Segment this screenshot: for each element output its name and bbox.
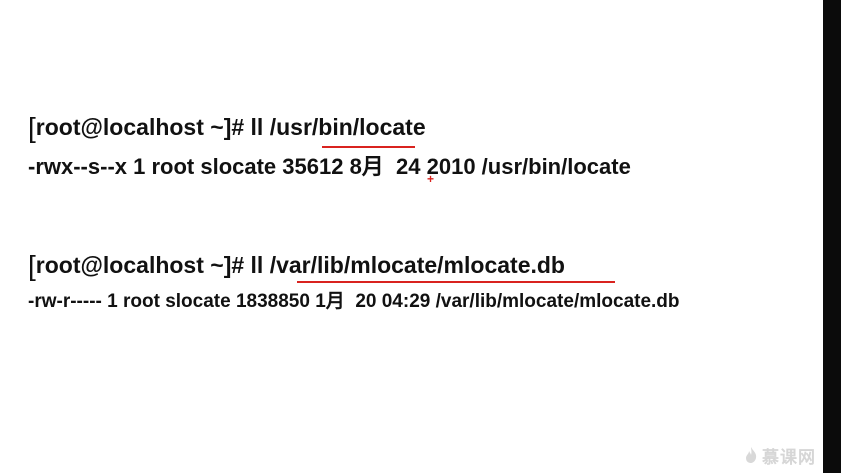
terminal-output-line-2: -rw-r----- 1 root slocate 1838850 1月 20 … xyxy=(28,291,680,312)
flame-icon xyxy=(744,446,758,464)
watermark-text: 慕课网 xyxy=(762,447,816,468)
path-underline-annotation xyxy=(297,281,615,283)
screen-edge-bar xyxy=(823,0,841,473)
slide-canvas: [root@localhost ~]# ll /usr/bin/locate -… xyxy=(0,0,823,473)
prompt-bracket: [ xyxy=(28,112,36,143)
terminal-command-line-2: [root@localhost ~]# ll /var/lib/mlocate/… xyxy=(28,250,565,282)
command-text: root@localhost ~]# ll /usr/bin/locate xyxy=(35,114,426,140)
site-watermark: 慕课网 xyxy=(744,443,816,468)
terminal-output-line-1: -rwx--s--x 1 root slocate 35612 8月 24 20… xyxy=(28,154,631,179)
terminal-command-line-1: [root@localhost ~]# ll /usr/bin/locate xyxy=(28,112,426,144)
path-underline-annotation xyxy=(322,146,415,148)
mouse-cursor-icon: + xyxy=(427,172,435,186)
prompt-bracket: [ xyxy=(28,250,36,281)
command-text: root@localhost ~]# ll /var/lib/mlocate/m… xyxy=(35,252,565,278)
